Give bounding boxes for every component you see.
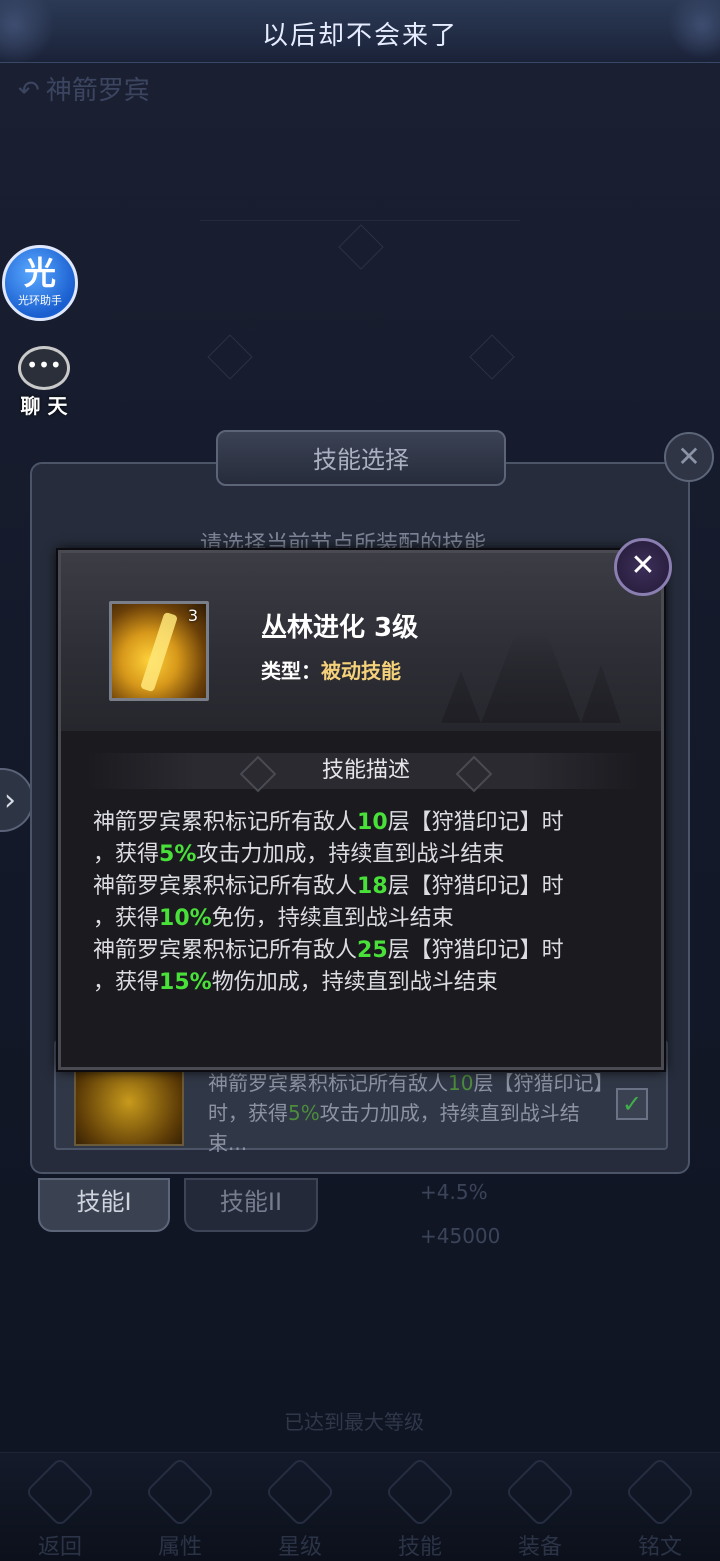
inscription-icon: [624, 1456, 696, 1528]
close-icon[interactable]: ✕: [664, 432, 714, 482]
back-arrow-icon[interactable]: ↶: [18, 76, 40, 106]
skill-option-description: 神箭罗宾累积标记所有敌人10层【狩猎印记】时，获得5%攻击力加成，持续直到战斗结…: [208, 1071, 604, 1155]
nav-equipment[interactable]: 装备: [480, 1453, 600, 1561]
skill-description: 神箭罗宾累积标记所有敌人10层【狩猎印记】时 ，获得5%攻击力加成，持续直到战斗…: [93, 807, 633, 999]
hero-name: 神箭罗宾: [45, 76, 150, 106]
nav-stars[interactable]: 星级: [240, 1453, 360, 1561]
halo-assistant-button[interactable]: 光 光环助手: [2, 245, 78, 321]
stat-value: +45000: [420, 1224, 501, 1248]
nav-back[interactable]: 返回: [0, 1453, 120, 1561]
banner-title: 以后却不会来了: [261, 21, 458, 51]
arrow-streak-icon: [139, 611, 179, 693]
banner-decoration-left: [0, 0, 70, 62]
skill-detail-popup: 3 丛林进化 3级 类型：被动技能 技能描述 神箭罗宾累积标记所有敌人10层【狩…: [58, 550, 664, 1070]
description-line: ，获得15%物伤加成，持续直到战斗结束: [93, 970, 498, 995]
tree-node: [469, 334, 515, 380]
description-title: 技能描述: [239, 751, 493, 793]
check-icon[interactable]: ✓: [616, 1088, 648, 1120]
description-line: 神箭罗宾累积标记所有敌人18层【狩猎印记】时: [93, 874, 564, 899]
nav-attributes[interactable]: 属性: [120, 1453, 240, 1561]
chat-button[interactable]: ••• 聊 天: [12, 346, 76, 419]
assist-label: 光环助手: [18, 294, 62, 307]
stat-value: +4.5%: [420, 1180, 488, 1204]
equipment-icon: [504, 1456, 576, 1528]
attributes-icon: [144, 1456, 216, 1528]
chat-bubble-icon: •••: [18, 346, 70, 390]
description-line: ，获得10%免伤，持续直到战斗结束: [93, 906, 454, 931]
skill-type: 类型：被动技能: [261, 655, 401, 684]
skill-icon: [384, 1456, 456, 1528]
max-level-text: 已达到最大等级: [284, 1410, 424, 1434]
tree-node: [207, 334, 253, 380]
description-line: 神箭罗宾累积标记所有敌人25层【狩猎印记】时: [93, 938, 564, 963]
skill-select-title: 技能选择: [216, 430, 506, 486]
tree-node: [338, 224, 384, 270]
bottom-navigation: 返回 属性 星级 技能 装备 铭文: [0, 1452, 720, 1561]
tab-skill-1[interactable]: 技能I: [38, 1178, 170, 1232]
hero-header[interactable]: ↶ 神箭罗宾: [18, 70, 150, 107]
skill-type-value: 被动技能: [321, 659, 401, 683]
description-line: 神箭罗宾累积标记所有敌人10层【狩猎印记】时: [93, 810, 564, 835]
ornament-icon: [455, 755, 493, 793]
skill-icon: 3: [109, 601, 209, 701]
skill-level-badge: 3: [187, 606, 198, 625]
tab-skill-2[interactable]: 技能II: [184, 1178, 318, 1232]
banner-decoration-right: [660, 0, 720, 62]
nav-inscription[interactable]: 铭文: [600, 1453, 720, 1561]
skill-name: 丛林进化 3级: [261, 613, 419, 643]
close-icon[interactable]: ✕: [614, 538, 672, 596]
ornament-icon: [239, 755, 277, 793]
top-banner: 以后却不会来了: [0, 0, 720, 63]
skill-tree-background: [200, 220, 520, 421]
star-icon: [264, 1456, 336, 1528]
castle-decoration: [441, 606, 621, 723]
nav-skills[interactable]: 技能: [360, 1453, 480, 1561]
skill-type-label: 类型：: [261, 659, 321, 683]
chat-label: 聊 天: [20, 394, 68, 418]
assist-logo-icon: 光: [23, 254, 56, 292]
description-line: ，获得5%攻击力加成，持续直到战斗结束: [93, 842, 505, 867]
back-icon: [24, 1456, 96, 1528]
